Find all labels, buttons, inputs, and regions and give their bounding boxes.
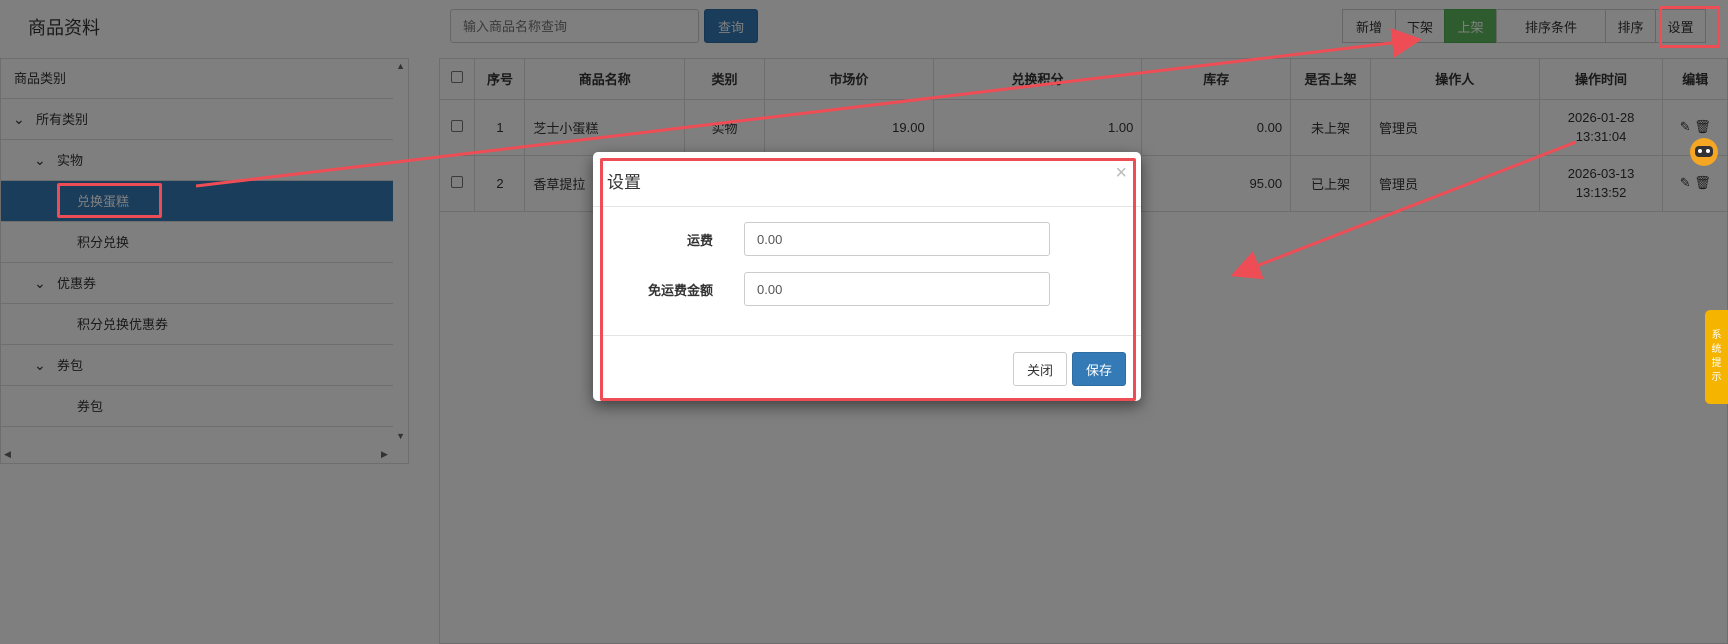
robot-assistant-icon[interactable] (1686, 134, 1722, 170)
side-tab-char: 示 (1711, 372, 1722, 383)
side-tab-char: 统 (1711, 344, 1722, 355)
side-tab-char: 提 (1711, 358, 1722, 369)
arrow-line (1230, 140, 1577, 280)
arrow-line (195, 27, 1422, 188)
system-tip-tab[interactable]: 系 统 提 示 (1705, 310, 1728, 404)
annotation-arrows (195, 27, 1577, 280)
side-tab-char: 系 (1711, 330, 1722, 341)
